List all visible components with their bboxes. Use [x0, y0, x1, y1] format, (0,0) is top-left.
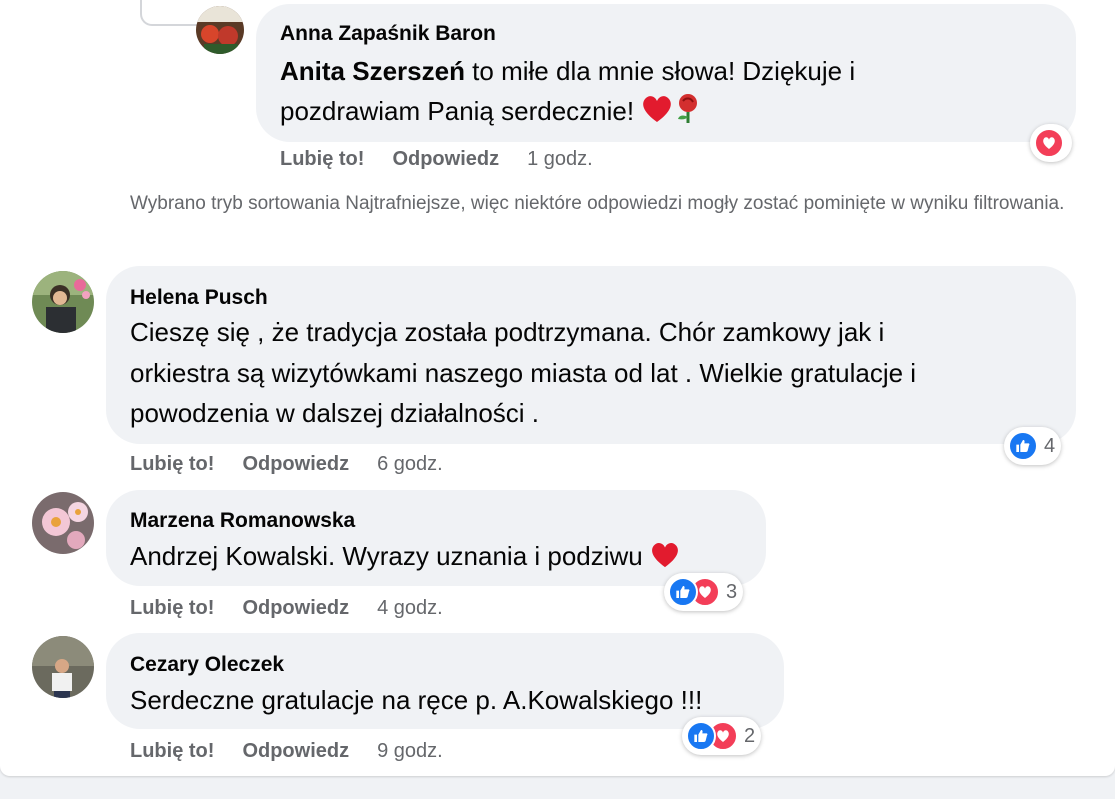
reaction-summary[interactable]: 2 — [682, 717, 762, 755]
reply-button[interactable]: Odpowiedz — [242, 597, 349, 619]
comment-text: pozdrawiam Panią serdecznie! — [280, 90, 703, 136]
comment-text: Serdeczne gratulacje na ręce p. A.Kowals… — [130, 685, 703, 715]
comment-text: orkiestra są wizytówkami naszego miasta … — [130, 358, 917, 388]
reaction-summary[interactable]: 3 — [664, 573, 744, 611]
like-button[interactable]: Lubię to! — [280, 148, 364, 170]
comment-time[interactable]: 4 godz. — [377, 597, 443, 619]
comment-author[interactable]: Marzena Romanowska — [130, 509, 355, 533]
comment-time[interactable]: 1 godz. — [527, 148, 593, 170]
avatar[interactable] — [32, 636, 94, 698]
comment-actions: Lubię to! Odpowiedz 9 godz. — [130, 740, 443, 763]
sort-notice: Wybrano tryb sortowania Najtrafniejsze, … — [130, 193, 1065, 214]
comment-text: Anita Szerszeń to miłe dla mnie słowa! D… — [280, 56, 856, 86]
comment-text: Andrzej Kowalski. Wyrazy uznania i podzi… — [130, 535, 680, 581]
like-button[interactable]: Lubię to! — [130, 597, 214, 619]
avatar[interactable] — [32, 492, 94, 554]
comment-actions: Lubię to! Odpowiedz 6 godz. — [130, 453, 443, 476]
like-reaction-icon — [1008, 431, 1038, 461]
reply-thread-line — [140, 0, 202, 26]
reaction-summary[interactable]: 4 — [1004, 427, 1062, 465]
comment-author[interactable]: Helena Pusch — [130, 286, 268, 310]
comment-author[interactable]: Anna Zapaśnik Baron — [280, 22, 496, 46]
like-button[interactable]: Lubię to! — [130, 453, 214, 475]
comments-panel: Anna Zapaśnik Baron Anita Szerszeń to mi… — [0, 0, 1115, 776]
like-button[interactable]: Lubię to! — [130, 740, 214, 762]
avatar[interactable] — [32, 271, 94, 333]
reaction-summary[interactable] — [1030, 124, 1072, 162]
comment-time[interactable]: 9 godz. — [377, 740, 443, 762]
comment-author[interactable]: Cezary Oleczek — [130, 653, 284, 677]
reply-button[interactable]: Odpowiedz — [242, 740, 349, 762]
comment-text: powodzenia w dalszej działalności . — [130, 398, 540, 428]
comment-actions: Lubię to! Odpowiedz 4 godz. — [130, 597, 443, 620]
comment-time[interactable]: 6 godz. — [377, 453, 443, 475]
like-reaction-icon — [686, 721, 716, 751]
reaction-count: 4 — [1044, 434, 1056, 457]
reply-button[interactable]: Odpowiedz — [242, 453, 349, 475]
mention-link[interactable]: Anita Szerszeń — [280, 56, 465, 86]
rose-emoji-icon — [673, 92, 703, 136]
heart-emoji-icon — [641, 94, 673, 136]
comment-actions: Lubię to! Odpowiedz 1 godz. — [280, 148, 593, 171]
reaction-count: 3 — [726, 580, 738, 603]
avatar[interactable] — [196, 6, 244, 54]
love-reaction-icon — [1034, 128, 1064, 158]
reaction-count: 2 — [744, 724, 756, 747]
like-reaction-icon — [668, 577, 698, 607]
reply-button[interactable]: Odpowiedz — [392, 148, 499, 170]
comment-text: Cieszę się , że tradycja została podtrzy… — [130, 317, 885, 347]
